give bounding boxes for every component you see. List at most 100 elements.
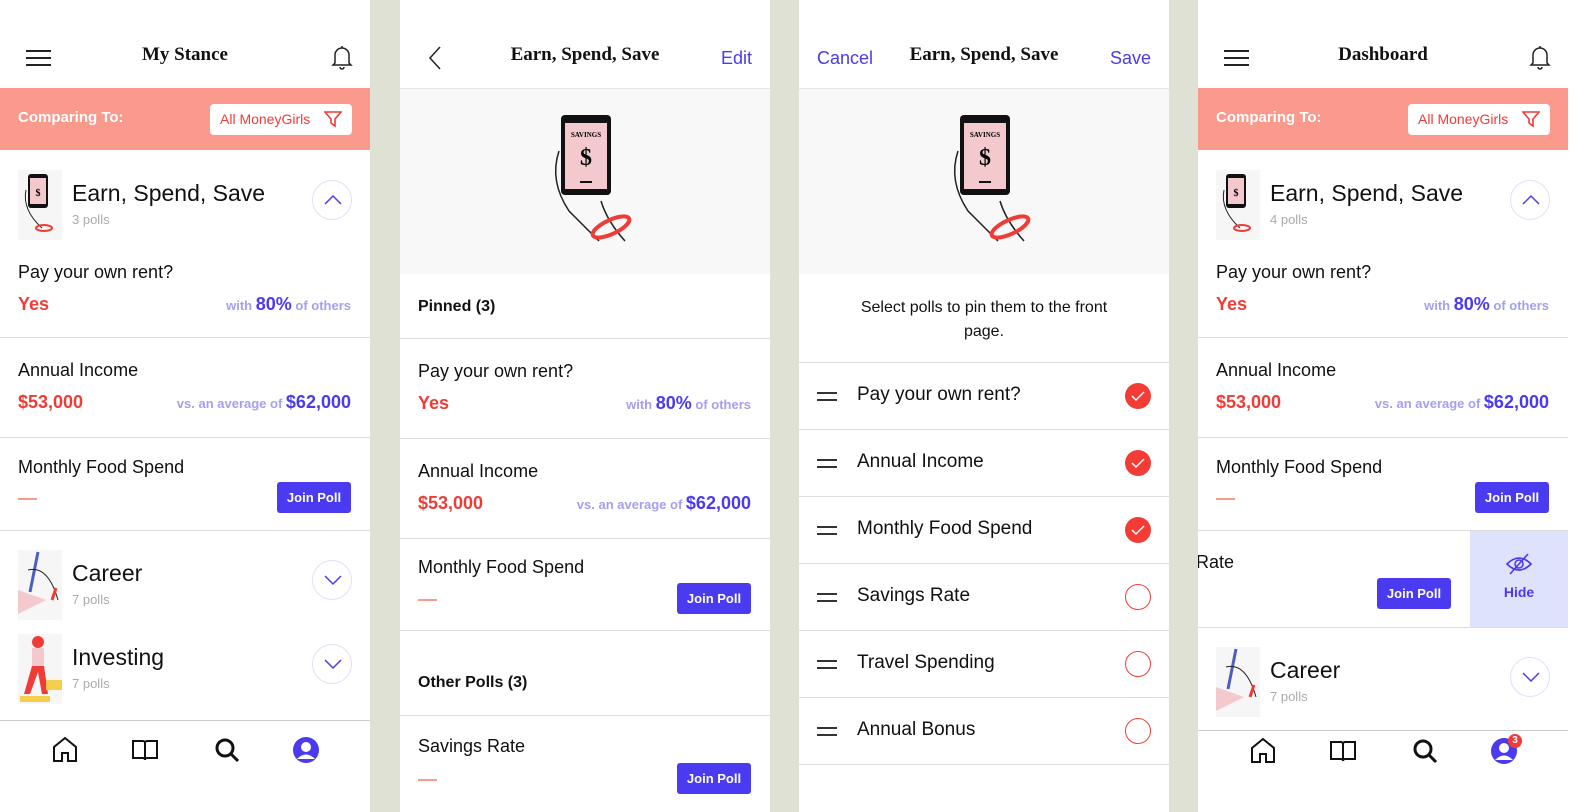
category-count: 3 polls	[72, 212, 110, 227]
bell-icon[interactable]	[1528, 44, 1552, 70]
filter-button[interactable]: All MoneyGirls	[1408, 104, 1550, 135]
instructions: Select polls to pin them to the front pa…	[860, 299, 1108, 340]
poll-answer: $53,000	[1216, 392, 1282, 412]
bell-icon[interactable]	[330, 44, 354, 70]
no-answer-dash	[18, 498, 37, 500]
screen-dashboard: Dashboard Comparing To: All MoneyGirls $…	[1198, 0, 1568, 812]
no-answer-dash	[1216, 498, 1235, 500]
book-icon[interactable]	[1328, 736, 1358, 766]
poll-row[interactable]: Annual Income $53,000 vs. an average of …	[0, 338, 370, 438]
filter-value: All MoneyGirls	[1418, 111, 1509, 127]
poll-row[interactable]: Savings Rate Join Poll	[400, 716, 770, 812]
filter-icon	[324, 111, 342, 128]
category-earn-spend-save[interactable]: $ Earn, Spend, Save 4 polls	[1198, 170, 1568, 250]
poll-question: Rate	[1198, 552, 1235, 572]
book-icon[interactable]	[130, 735, 160, 765]
poll-answer: $53,000	[418, 493, 484, 513]
tab-bar	[0, 720, 370, 812]
search-icon[interactable]	[1410, 736, 1440, 766]
poll-question: Annual Income	[18, 360, 139, 380]
poll-row[interactable]: Annual Income $53,000 vs. an average of …	[400, 439, 770, 539]
save-button[interactable]: Save	[1110, 48, 1151, 69]
poll-answer: $53,000	[18, 392, 84, 412]
panel-gap	[1169, 0, 1198, 812]
poll-question: Savings Rate	[418, 736, 526, 756]
drag-handle-icon[interactable]	[817, 392, 837, 401]
comparing-banner: Comparing To: All MoneyGirls	[1198, 88, 1568, 150]
chevron-down-icon	[324, 659, 342, 670]
page-margin	[1568, 0, 1590, 812]
notification-badge: 3	[1508, 734, 1522, 748]
join-poll-button[interactable]: Join Poll	[277, 482, 351, 513]
category-career[interactable]: Career 7 polls	[1198, 647, 1568, 727]
category-count: 7 polls	[72, 592, 110, 607]
join-poll-button[interactable]: Join Poll	[677, 763, 751, 794]
unchecked-circle-icon[interactable]	[1125, 584, 1151, 610]
unchecked-circle-icon[interactable]	[1125, 651, 1151, 677]
other-polls-header: Other Polls (3)	[400, 631, 770, 716]
poll-row[interactable]: Monthly Food Spend Join Poll	[0, 438, 370, 531]
hide-action[interactable]: Hide	[1470, 531, 1568, 627]
edit-button[interactable]: Edit	[721, 48, 752, 69]
header: My Stance	[0, 0, 370, 88]
poll-question: Annual Income	[1216, 360, 1337, 380]
pin-label: Pay your own rent?	[857, 384, 1021, 405]
profile-icon[interactable]	[291, 735, 321, 765]
filter-button[interactable]: All MoneyGirls	[210, 104, 352, 135]
investing-illustration	[18, 634, 62, 704]
drag-handle-icon[interactable]	[817, 727, 837, 736]
unchecked-circle-icon[interactable]	[1125, 718, 1151, 744]
header: Dashboard	[1198, 0, 1568, 88]
drag-handle-icon[interactable]	[817, 459, 837, 468]
category-earn-spend-save[interactable]: $ Earn, Spend, Save 3 polls	[0, 170, 370, 250]
hide-label: Hide	[1503, 584, 1535, 600]
home-icon[interactable]	[50, 735, 80, 765]
drag-handle-icon[interactable]	[817, 593, 837, 602]
collapse-button[interactable]	[1510, 180, 1550, 220]
poll-row[interactable]: Monthly Food Spend Join Poll	[400, 539, 770, 631]
poll-row[interactable]: Pay your own rent? Yes with 80% of other…	[0, 240, 370, 338]
header: Cancel Earn, Spend, Save Save	[799, 0, 1169, 88]
category-career[interactable]: Career 7 polls	[0, 550, 370, 630]
pin-row[interactable]: Monthly Food Spend	[799, 497, 1169, 564]
screen-category-detail: Earn, Spend, Save Edit SAVINGS $ Pinned …	[400, 0, 770, 812]
pin-row[interactable]: Annual Income	[799, 430, 1169, 497]
poll-question: Monthly Food Spend	[418, 557, 585, 577]
pin-row[interactable]: Savings Rate	[799, 564, 1169, 631]
expand-button[interactable]	[312, 644, 352, 684]
join-poll-button[interactable]: Join Poll	[1475, 482, 1549, 513]
comparing-banner: Comparing To: All MoneyGirls	[0, 88, 370, 150]
chevron-down-icon	[1522, 672, 1540, 683]
drag-handle-icon[interactable]	[817, 660, 837, 669]
poll-comparison: vs. an average of $62,000	[576, 493, 751, 513]
expand-button[interactable]	[312, 560, 352, 600]
drag-handle-icon[interactable]	[817, 526, 837, 535]
poll-row[interactable]: Pay your own rent? Yes with 80% of other…	[1198, 240, 1568, 338]
collapse-button[interactable]	[312, 180, 352, 220]
pin-row[interactable]: Pay your own rent?	[799, 363, 1169, 430]
checked-circle-icon[interactable]	[1125, 517, 1151, 543]
poll-comparison: with 80% of others	[1424, 294, 1549, 314]
search-icon[interactable]	[212, 735, 242, 765]
home-icon[interactable]	[1248, 736, 1278, 766]
comparing-label: Comparing To:	[18, 109, 124, 126]
join-poll-button[interactable]: Join Poll	[1377, 578, 1451, 609]
checked-circle-icon[interactable]	[1125, 450, 1151, 476]
poll-row-swiped[interactable]: Rate Join Poll Hide	[1198, 531, 1568, 628]
join-poll-button[interactable]: Join Poll	[677, 583, 751, 614]
poll-comparison: vs. an average of $62,000	[176, 392, 351, 412]
poll-row[interactable]: Monthly Food Spend Join Poll	[1198, 438, 1568, 531]
eye-off-icon	[1505, 553, 1533, 575]
poll-row[interactable]: Pay your own rent? Yes with 80% of other…	[400, 339, 770, 439]
svg-text:$: $	[979, 145, 991, 171]
pin-label: Annual Bonus	[857, 719, 976, 740]
hero-banner: SAVINGS $	[799, 88, 1169, 274]
category-count: 7 polls	[1270, 689, 1308, 704]
pin-row[interactable]: Annual Bonus	[799, 698, 1169, 765]
checked-circle-icon[interactable]	[1125, 383, 1151, 409]
pin-row[interactable]: Travel Spending	[799, 631, 1169, 698]
category-investing[interactable]: Investing 7 polls	[0, 634, 370, 714]
poll-comparison: vs. an average of $62,000	[1374, 392, 1549, 412]
poll-row[interactable]: Annual Income $53,000 vs. an average of …	[1198, 338, 1568, 438]
expand-button[interactable]	[1510, 657, 1550, 697]
